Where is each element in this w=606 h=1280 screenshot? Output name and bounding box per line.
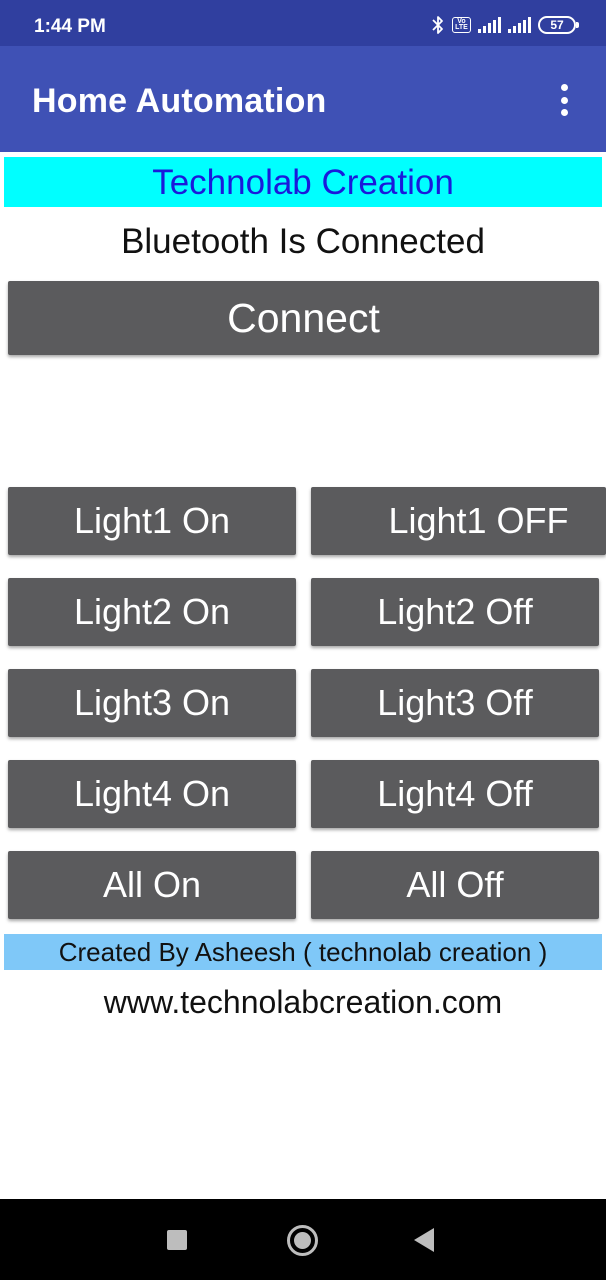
back-icon[interactable] (414, 1228, 434, 1252)
light1-on-button[interactable]: Light1 On (8, 487, 296, 555)
app-bar: Home Automation (0, 46, 606, 152)
light2-on-button[interactable]: Light2 On (8, 578, 296, 646)
app-title: Home Automation (32, 82, 327, 120)
light3-on-button[interactable]: Light3 On (8, 669, 296, 737)
light2-off-button[interactable]: Light2 Off (311, 578, 599, 646)
connection-status: Bluetooth Is Connected (121, 222, 485, 261)
status-time: 1:44 PM (34, 16, 106, 37)
light1-off-button[interactable]: Light1 OFF (311, 487, 606, 555)
navigation-bar (0, 1199, 606, 1280)
light4-on-button[interactable]: Light4 On (8, 760, 296, 828)
battery-icon: 57 (538, 16, 579, 34)
overflow-menu-icon[interactable] (552, 84, 576, 116)
all-on-button[interactable]: All On (8, 851, 296, 919)
brand-banner: Technolab Creation (4, 157, 602, 207)
volte-icon: Vo LTE (452, 17, 471, 33)
connect-button[interactable]: Connect (8, 281, 599, 355)
signal-icon (478, 17, 501, 33)
website-text: www.technolabcreation.com (103, 984, 503, 1020)
status-icons: Vo LTE 57 (431, 15, 579, 35)
battery-level: 57 (550, 18, 564, 32)
light3-off-button[interactable]: Light3 Off (311, 669, 599, 737)
recent-apps-icon[interactable] (167, 1230, 187, 1250)
home-icon[interactable] (287, 1225, 318, 1256)
signal-icon (508, 17, 531, 33)
status-bar: 1:44 PM Vo LTE 57 (0, 0, 606, 46)
credit-banner: Created By Asheesh ( technolab creation … (4, 934, 602, 970)
light4-off-button[interactable]: Light4 Off (311, 760, 599, 828)
bluetooth-icon (432, 16, 443, 34)
all-off-button[interactable]: All Off (311, 851, 599, 919)
